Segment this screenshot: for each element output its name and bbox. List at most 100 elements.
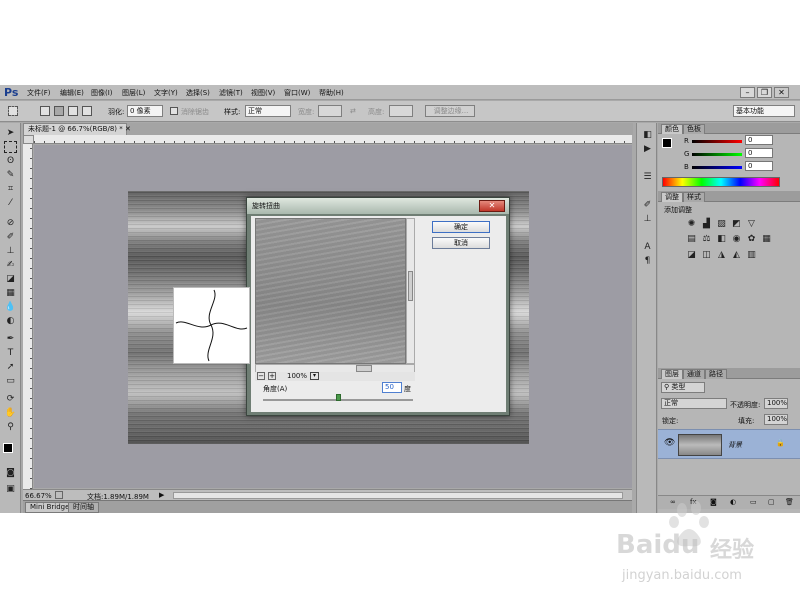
layer-row-background[interactable]: 👁 背景 🔒	[658, 429, 800, 459]
opacity-input[interactable]: 100%	[764, 398, 788, 409]
3d-rotate-tool-icon[interactable]: ⟳	[4, 393, 17, 405]
add-selection-icon[interactable]	[54, 106, 64, 116]
blur-tool-icon[interactable]: 💧	[4, 301, 17, 313]
menu-help[interactable]: 帮助(H)	[319, 88, 344, 98]
menu-type[interactable]: 文字(Y)	[154, 88, 178, 98]
invert-icon[interactable]: ◪	[686, 250, 697, 261]
color-lookup-icon[interactable]: ▦	[761, 234, 772, 245]
marquee-tool-icon[interactable]	[8, 106, 18, 116]
blue-value[interactable]: 0	[745, 161, 773, 171]
swap-icon[interactable]: ⇄	[350, 107, 356, 115]
cancel-button[interactable]: 取消	[432, 237, 490, 249]
status-export-icon[interactable]	[55, 491, 63, 499]
preview-vertical-scrollbar[interactable]	[406, 218, 415, 364]
horizontal-ruler[interactable]	[34, 135, 632, 144]
ruler-origin[interactable]	[23, 135, 34, 144]
dialog-close-button[interactable]: ✕	[479, 200, 505, 212]
blue-slider[interactable]	[692, 166, 742, 169]
fg-color-chip[interactable]	[662, 138, 672, 148]
tab-styles[interactable]: 样式	[683, 192, 705, 202]
hand-tool-icon[interactable]: ✋	[4, 407, 17, 419]
red-slider[interactable]	[692, 140, 742, 143]
eraser-tool-icon[interactable]: ◪	[4, 273, 17, 285]
blend-mode-select[interactable]: 正常	[661, 398, 727, 409]
fill-input[interactable]: 100%	[764, 414, 788, 425]
move-tool-icon[interactable]: ➤	[4, 127, 17, 139]
new-selection-icon[interactable]	[40, 106, 50, 116]
screen-mode-icon[interactable]: ▣	[4, 483, 17, 495]
ok-button[interactable]: 确定	[432, 221, 490, 233]
foreground-color-swatch[interactable]	[3, 443, 13, 453]
properties-panel-icon[interactable]: ☰	[641, 171, 654, 183]
clone-stamp-tool-icon[interactable]: ⊥	[4, 245, 17, 257]
tab-adjustments[interactable]: 调整	[661, 192, 683, 202]
zoom-out-button[interactable]: −	[257, 372, 265, 380]
quick-mask-icon[interactable]: ◙	[4, 467, 17, 479]
healing-brush-tool-icon[interactable]: ⊘	[4, 217, 17, 229]
style-select[interactable]: 正常	[245, 105, 291, 117]
brush-panel-icon[interactable]: ✐	[641, 199, 654, 211]
menu-filter[interactable]: 滤镜(T)	[219, 88, 243, 98]
menu-file[interactable]: 文件(F)	[27, 88, 51, 98]
close-button[interactable]: ✕	[774, 87, 789, 98]
menu-select[interactable]: 选择(S)	[186, 88, 210, 98]
history-panel-icon[interactable]: ◧	[641, 129, 654, 141]
visibility-eye-icon[interactable]: 👁	[664, 438, 675, 448]
tab-mini-bridge[interactable]: Mini Bridge	[25, 502, 75, 513]
quick-select-tool-icon[interactable]: ✎	[4, 169, 17, 181]
layer-name[interactable]: 背景	[728, 440, 742, 450]
width-input[interactable]	[318, 105, 342, 117]
preview-vscroll-thumb[interactable]	[408, 271, 413, 301]
menu-image[interactable]: 图像(I)	[91, 88, 113, 98]
path-select-tool-icon[interactable]: ➚	[4, 361, 17, 373]
vibrance-icon[interactable]: ▽	[746, 219, 757, 230]
photo-filter-icon[interactable]: ◉	[731, 234, 742, 245]
exposure-icon[interactable]: ◩	[731, 219, 742, 230]
menu-layer[interactable]: 图层(L)	[122, 88, 145, 98]
green-slider[interactable]	[692, 153, 742, 156]
height-input[interactable]	[389, 105, 413, 117]
horizontal-scrollbar[interactable]	[173, 492, 623, 499]
pen-tool-icon[interactable]: ✒	[4, 333, 17, 345]
rect-marquee-tool-icon[interactable]	[4, 141, 17, 153]
color-spectrum-bar[interactable]	[662, 177, 780, 187]
zoom-tool-icon[interactable]: ⚲	[4, 421, 17, 433]
layer-kind-filter[interactable]: ⚲ 类型	[661, 382, 705, 393]
minimize-button[interactable]: –	[740, 87, 755, 98]
zoom-level[interactable]: 66.67%	[25, 492, 52, 500]
tab-color[interactable]: 颜色	[661, 124, 683, 134]
threshold-icon[interactable]: ◮	[716, 250, 727, 261]
zoom-dropdown-icon[interactable]: ▾	[310, 372, 319, 380]
bw-icon[interactable]: ◧	[716, 234, 727, 245]
dodge-tool-icon[interactable]: ◐	[4, 315, 17, 327]
hue-sat-icon[interactable]: ▤	[686, 234, 697, 245]
tab-channels[interactable]: 通道	[683, 369, 705, 379]
zoom-in-button[interactable]: +	[268, 372, 276, 380]
history-brush-tool-icon[interactable]: ✍	[4, 259, 17, 271]
gradient-tool-icon[interactable]: ▦	[4, 287, 17, 299]
paragraph-panel-icon[interactable]: ¶	[641, 255, 654, 267]
red-value[interactable]: 0	[745, 135, 773, 145]
close-tab-icon[interactable]: ✕	[125, 125, 131, 133]
menu-window[interactable]: 窗口(W)	[284, 88, 310, 98]
antialias-checkbox[interactable]	[170, 107, 178, 115]
selective-color-icon[interactable]: ◭	[731, 250, 742, 261]
angle-slider-thumb[interactable]	[336, 394, 341, 401]
levels-icon[interactable]: ▟	[701, 219, 712, 230]
intersect-selection-icon[interactable]	[82, 106, 92, 116]
filter-preview[interactable]	[255, 218, 406, 364]
shape-tool-icon[interactable]: ▭	[4, 375, 17, 387]
brightness-icon[interactable]: ✺	[686, 219, 697, 230]
vertical-ruler[interactable]	[23, 144, 33, 489]
channel-mixer-icon[interactable]: ✿	[746, 234, 757, 245]
menu-edit[interactable]: 编辑(E)	[60, 88, 84, 98]
posterize-icon[interactable]: ◫	[701, 250, 712, 261]
clone-source-panel-icon[interactable]: ⊥	[641, 213, 654, 225]
feather-input[interactable]: 0 像素	[127, 105, 163, 117]
refine-edge-button[interactable]: 调整边缘...	[425, 105, 475, 117]
preview-hscroll-thumb[interactable]	[356, 365, 372, 372]
green-value[interactable]: 0	[745, 148, 773, 158]
tab-timeline[interactable]: 时间轴	[68, 502, 99, 513]
status-menu-icon[interactable]: ▶	[159, 491, 164, 499]
tab-layers[interactable]: 图层	[661, 369, 683, 379]
